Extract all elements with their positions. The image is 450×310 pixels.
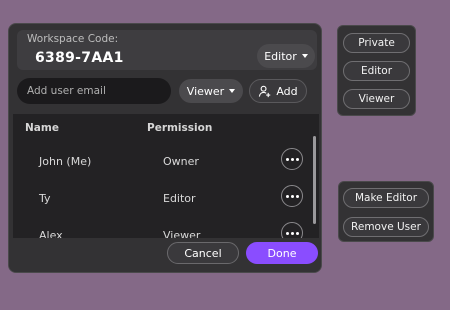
role-dropdown-label: Editor (264, 49, 297, 63)
workspace-code-label: Workspace Code: (27, 33, 119, 45)
user-permission: Owner (163, 155, 199, 168)
user-actions-menu: Make Editor Remove User (338, 181, 434, 242)
more-icon (285, 231, 299, 235)
user-name: John (Me) (39, 155, 92, 168)
menu-item-editor[interactable]: Editor (343, 61, 410, 81)
more-icon (285, 194, 299, 198)
table-row: John (Me) Owner (13, 145, 319, 181)
cancel-button[interactable]: Cancel (167, 242, 239, 264)
more-options-button[interactable] (281, 185, 303, 207)
user-permission: Editor (163, 192, 196, 205)
permission-dropdown-label: Viewer (186, 84, 225, 98)
workspace-code: 6389-7AA1 (35, 50, 124, 66)
column-header-permission: Permission (147, 122, 213, 134)
more-options-button[interactable] (281, 148, 303, 170)
email-input[interactable] (17, 78, 171, 104)
table-row: Alex Viewer (13, 219, 319, 238)
more-icon (285, 157, 299, 161)
remove-user-button[interactable]: Remove User (343, 217, 429, 237)
menu-item-viewer[interactable]: Viewer (343, 89, 410, 109)
role-menu: Private Editor Viewer (337, 25, 416, 116)
permission-dropdown[interactable]: Viewer (179, 79, 243, 103)
chevron-down-icon (301, 54, 308, 58)
add-user-label: Add (276, 84, 298, 98)
add-user-icon (259, 85, 271, 97)
column-header-name: Name (25, 122, 59, 134)
user-permission: Viewer (163, 229, 201, 238)
workspace-header: Workspace Code: 6389-7AA1 Editor (17, 30, 317, 70)
more-options-button[interactable] (281, 222, 303, 238)
chevron-down-icon (229, 89, 236, 93)
users-table: Name Permission John (Me) Owner Ty Edito… (13, 114, 319, 238)
user-name: Ty (39, 192, 51, 205)
table-scrollbar[interactable] (313, 136, 316, 224)
user-name: Alex (39, 229, 63, 238)
done-button[interactable]: Done (246, 242, 318, 264)
menu-item-private[interactable]: Private (343, 33, 410, 53)
dialog-footer: Cancel Done (9, 238, 321, 272)
role-dropdown[interactable]: Editor (257, 44, 315, 68)
add-user-button[interactable]: Add (249, 79, 307, 103)
share-dialog: Workspace Code: 6389-7AA1 Editor Viewer … (8, 23, 322, 273)
table-row: Ty Editor (13, 182, 319, 218)
make-editor-button[interactable]: Make Editor (343, 188, 429, 208)
